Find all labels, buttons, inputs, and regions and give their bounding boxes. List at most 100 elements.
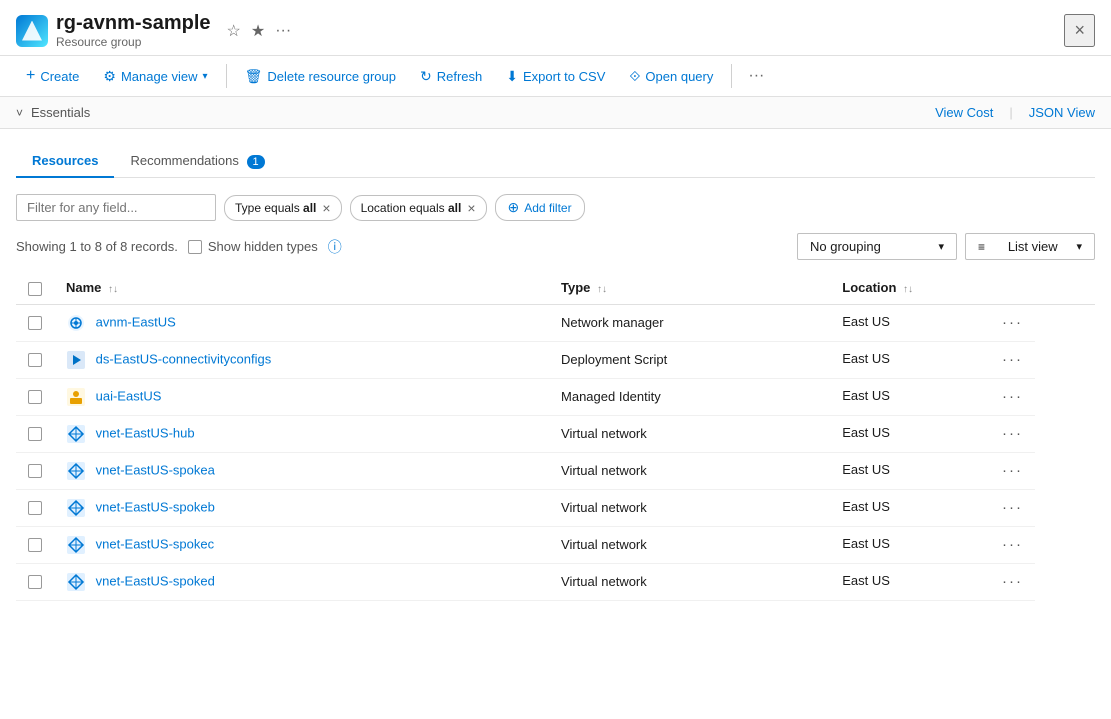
- row-actions-button[interactable]: ···: [1002, 351, 1023, 368]
- table-row: uai-EastUS Managed Identity East US ···: [16, 378, 1095, 415]
- controls-row: Showing 1 to 8 of 8 records. Show hidden…: [16, 233, 1095, 260]
- select-all-checkbox[interactable]: [28, 282, 42, 296]
- pin-icon[interactable]: ☆: [227, 21, 241, 41]
- row-name-cell: ds-EastUS-connectivityconfigs: [54, 341, 549, 378]
- resource-name-link[interactable]: vnet-EastUS-hub: [96, 425, 195, 440]
- resource-name-link[interactable]: uai-EastUS: [96, 388, 162, 403]
- resource-name-link[interactable]: vnet-EastUS-spokeb: [96, 499, 215, 514]
- table-header-row: Name ↑↓ Type ↑↓ Location ↑↓: [16, 272, 1095, 304]
- location-sort-icon: ↑↓: [903, 284, 913, 295]
- row-location-cell: East US ···: [830, 415, 1035, 452]
- row-location-cell: East US ···: [830, 563, 1035, 600]
- grouping-label: No grouping: [810, 239, 881, 254]
- close-button[interactable]: ×: [1064, 14, 1095, 47]
- tab-recommendations[interactable]: Recommendations 1: [114, 145, 280, 178]
- row-name-cell: vnet-EastUS-hub: [54, 415, 549, 452]
- row-type-cell: Virtual network: [549, 526, 830, 563]
- row-actions-button[interactable]: ···: [1002, 425, 1023, 442]
- view-dropdown[interactable]: ≡ List view ▾: [965, 233, 1095, 260]
- type-filter-chip[interactable]: Type equals all ×: [224, 195, 342, 221]
- controls-right: No grouping ▾ ≡ List view ▾: [797, 233, 1095, 260]
- table-row: vnet-EastUS-spokeb Virtual network East …: [16, 489, 1095, 526]
- row-checkbox[interactable]: [28, 501, 42, 515]
- row-name-cell: uai-EastUS: [54, 378, 549, 415]
- azure-icon: [16, 15, 48, 47]
- manage-view-chevron-icon: ▾: [203, 71, 208, 82]
- type-filter-clear-icon[interactable]: ×: [322, 200, 330, 216]
- show-hidden-checkbox-label[interactable]: Show hidden types: [188, 239, 318, 254]
- type-filter-label: Type equals all: [235, 201, 316, 215]
- name-column-header[interactable]: Name ↑↓: [54, 272, 549, 304]
- export-label: Export to CSV: [523, 69, 605, 84]
- resource-group-title: rg-avnm-sample: [56, 12, 211, 35]
- row-checkbox[interactable]: [28, 427, 42, 441]
- row-actions-button[interactable]: ···: [1002, 388, 1023, 405]
- name-sort-icon: ↑↓: [108, 284, 118, 295]
- json-view-link[interactable]: JSON View: [1029, 105, 1095, 120]
- row-actions-button[interactable]: ···: [1002, 462, 1023, 479]
- table-row: vnet-EastUS-spokea Virtual network East …: [16, 452, 1095, 489]
- resource-name-link[interactable]: vnet-EastUS-spoked: [96, 573, 215, 588]
- star-icon[interactable]: ★: [251, 21, 265, 41]
- tab-resources[interactable]: Resources: [16, 145, 114, 178]
- essentials-toggle[interactable]: ˅ Essentials: [16, 105, 90, 120]
- delete-button[interactable]: 🗑 Delete resource group: [235, 63, 406, 90]
- resource-type-icon: [66, 461, 86, 481]
- location-column-header[interactable]: Location ↑↓: [830, 272, 1035, 304]
- show-hidden-label: Show hidden types: [208, 239, 318, 254]
- create-button[interactable]: + Create: [16, 62, 89, 90]
- open-query-button[interactable]: ⟐ Open query: [619, 63, 723, 90]
- add-filter-button[interactable]: ⊕ Add filter: [495, 194, 585, 221]
- filter-input[interactable]: [16, 194, 216, 221]
- row-checkbox[interactable]: [28, 538, 42, 552]
- toolbar-divider-1: [226, 64, 227, 88]
- more-icon[interactable]: ···: [275, 22, 291, 40]
- resource-type-icon: [66, 535, 86, 555]
- location-filter-label: Location equals all: [361, 201, 462, 215]
- select-all-header: [16, 272, 54, 304]
- record-count: Showing 1 to 8 of 8 records.: [16, 239, 178, 254]
- title-text: rg-avnm-sample Resource group: [56, 12, 211, 49]
- row-checkbox[interactable]: [28, 316, 42, 330]
- export-button[interactable]: ⬇ Export to CSV: [496, 63, 615, 90]
- row-actions-button[interactable]: ···: [1002, 314, 1023, 331]
- type-column-header[interactable]: Type ↑↓: [549, 272, 830, 304]
- row-name-cell: vnet-EastUS-spokeb: [54, 489, 549, 526]
- view-cost-link[interactable]: View Cost: [935, 105, 993, 120]
- resource-name-link[interactable]: vnet-EastUS-spokec: [96, 536, 215, 551]
- chevron-down-icon: ˅: [16, 106, 23, 120]
- row-checkbox-cell: [16, 526, 54, 563]
- row-type-cell: Virtual network: [549, 415, 830, 452]
- location-filter-chip[interactable]: Location equals all ×: [350, 195, 487, 221]
- resource-name-link[interactable]: vnet-EastUS-spokea: [96, 462, 215, 477]
- row-checkbox-cell: [16, 304, 54, 341]
- row-checkbox[interactable]: [28, 353, 42, 367]
- actions-column-header: [1035, 272, 1095, 304]
- row-checkbox[interactable]: [28, 575, 42, 589]
- open-query-label: Open query: [645, 69, 713, 84]
- toolbar-more-button[interactable]: ···: [740, 62, 772, 90]
- location-filter-clear-icon[interactable]: ×: [467, 200, 475, 216]
- row-checkbox[interactable]: [28, 464, 42, 478]
- resource-name-link[interactable]: avnm-EastUS: [96, 314, 176, 329]
- row-actions-button[interactable]: ···: [1002, 499, 1023, 516]
- row-location-cell: East US ···: [830, 526, 1035, 563]
- show-hidden-checkbox[interactable]: [188, 240, 202, 254]
- grouping-dropdown[interactable]: No grouping ▾: [797, 233, 957, 260]
- table-row: vnet-EastUS-hub Virtual network East US …: [16, 415, 1095, 452]
- row-checkbox-cell: [16, 341, 54, 378]
- refresh-button[interactable]: ↻ Refresh: [410, 63, 492, 90]
- row-checkbox[interactable]: [28, 390, 42, 404]
- content-area: Resources Recommendations 1 Type equals …: [0, 129, 1111, 617]
- add-filter-icon: ⊕: [508, 199, 520, 216]
- row-name-cell: avnm-EastUS: [54, 304, 549, 341]
- manage-view-button[interactable]: ⚙ Manage view ▾: [93, 63, 217, 90]
- info-icon[interactable]: ⓘ: [328, 237, 342, 257]
- row-checkbox-cell: [16, 415, 54, 452]
- row-actions-button[interactable]: ···: [1002, 536, 1023, 553]
- table-row: vnet-EastUS-spokec Virtual network East …: [16, 526, 1095, 563]
- recommendations-badge: 1: [247, 155, 265, 169]
- resource-name-link[interactable]: ds-EastUS-connectivityconfigs: [96, 351, 272, 366]
- toolbar-divider-2: [731, 64, 732, 88]
- row-actions-button[interactable]: ···: [1002, 573, 1023, 590]
